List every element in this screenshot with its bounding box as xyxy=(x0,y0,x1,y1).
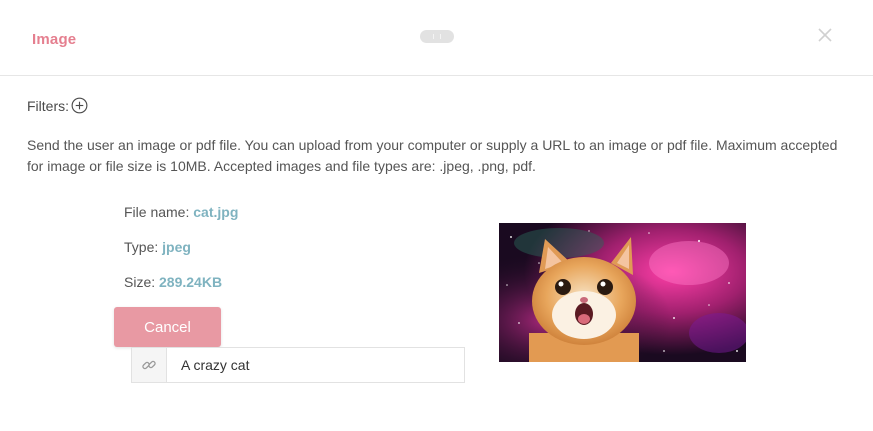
drag-handle-icon[interactable] xyxy=(420,30,454,43)
url-input-group xyxy=(131,347,465,383)
cat-in-space-image xyxy=(499,223,746,362)
plus-circle-icon[interactable] xyxy=(71,97,88,114)
file-name-row: File name: cat.jpg xyxy=(124,204,238,220)
modal-header: Image xyxy=(0,0,873,76)
modal-title: Image xyxy=(32,31,77,48)
link-icon xyxy=(132,348,167,382)
file-name-value: cat.jpg xyxy=(193,204,239,220)
file-type-row: Type: jpeg xyxy=(124,239,191,255)
file-size-value: 289.24KB xyxy=(159,274,223,290)
file-type-label: Type: xyxy=(124,239,163,255)
close-icon[interactable] xyxy=(815,25,835,45)
file-type-value: jpeg xyxy=(162,239,191,255)
filters-row: Filters: xyxy=(27,97,88,114)
file-name-label: File name: xyxy=(124,204,194,220)
file-size-row: Size: 289.24KB xyxy=(124,274,222,290)
cancel-button[interactable]: Cancel xyxy=(114,307,221,347)
filters-label: Filters: xyxy=(27,97,69,114)
image-caption-input[interactable] xyxy=(167,348,464,382)
upload-description: Send the user an image or pdf file. You … xyxy=(27,137,838,174)
image-preview xyxy=(499,223,746,362)
file-size-label: Size: xyxy=(124,274,160,290)
